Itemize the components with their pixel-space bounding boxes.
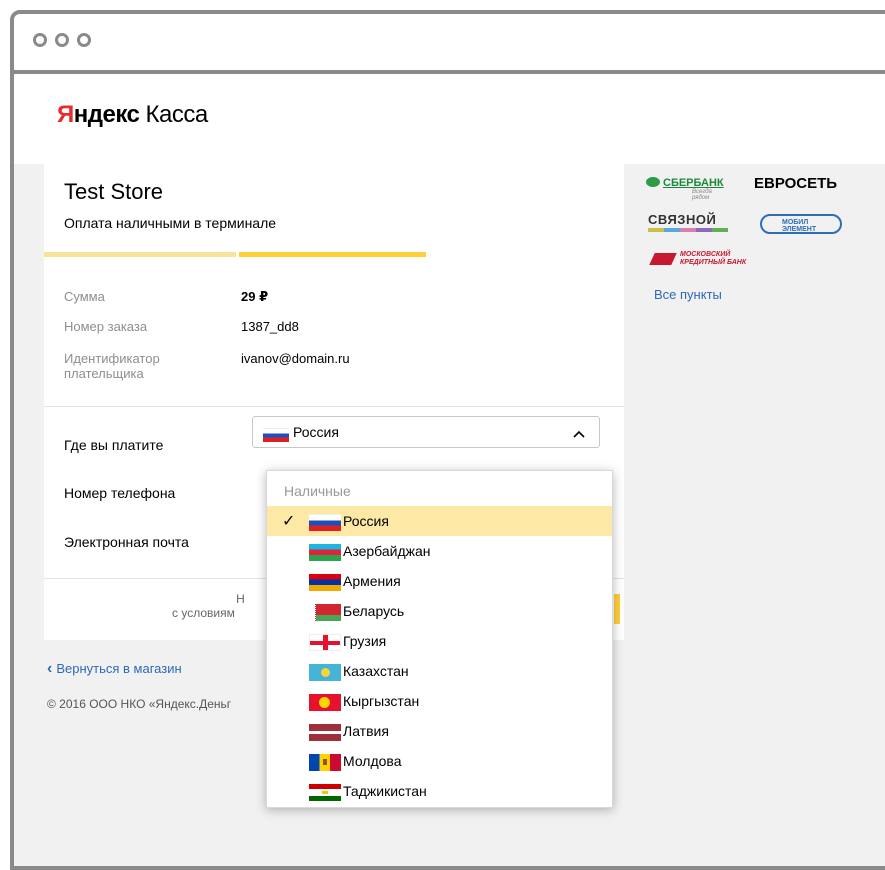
logo-letter: Я — [57, 101, 74, 128]
dropdown-group-label: Наличные — [284, 483, 351, 499]
country-name: Россия — [343, 513, 389, 529]
country-name: Казахстан — [343, 663, 409, 679]
terms-fragment: Н — [236, 592, 245, 606]
email-label: Электронная почта — [64, 534, 189, 550]
lv-flag-icon — [309, 724, 341, 741]
country-name: Азербайджан — [343, 543, 431, 559]
selected-country: Россия — [293, 424, 339, 440]
country-name: Молдова — [343, 753, 402, 769]
country-select[interactable]: Россия — [252, 416, 600, 448]
amount-value: 29 ₽ — [241, 289, 269, 304]
progress-step-1 — [44, 252, 236, 257]
tj-flag-icon — [309, 784, 341, 801]
terms-fragment: с условиям — [172, 606, 235, 620]
window-titlebar — [14, 14, 885, 74]
where-label: Где вы платите — [64, 437, 164, 453]
check-icon: ✓ — [282, 513, 296, 530]
md-flag-icon — [309, 754, 341, 771]
sberbank-logo: СБЕРБАНК Всегда рядом — [646, 177, 724, 201]
detail-label: Идентификатор плательщика — [64, 351, 160, 381]
step-progress — [44, 252, 624, 257]
dropdown-item-latvia[interactable]: Латвия — [267, 716, 612, 746]
logo-word: ндекс — [73, 101, 140, 128]
mobil-element-logo: МОБИЛ ЭЛЕМЕНТ — [760, 214, 842, 234]
mkb-logo: МОСКОВСКИЙ КРЕДИТНЫЙ БАНК — [649, 251, 746, 267]
divider — [44, 406, 624, 407]
back-link-label: Вернуться в магазин — [56, 661, 182, 676]
country-name: Латвия — [343, 723, 389, 739]
am-flag-icon — [309, 574, 341, 591]
back-to-store-link[interactable]: ‹ Вернуться в магазин — [47, 660, 182, 678]
payer-id-value: ivanov@domain.ru — [241, 351, 350, 366]
window-control-dot[interactable] — [77, 33, 91, 47]
all-points-link[interactable]: Все пункты — [654, 287, 722, 302]
window-control-dot[interactable] — [55, 33, 69, 47]
svyaznoy-logo-bar — [648, 228, 728, 232]
order-number-value: 1387_dd8 — [241, 319, 299, 334]
country-name: Армения — [343, 573, 401, 589]
store-title: Test Store — [64, 179, 164, 204]
window-control-dot[interactable] — [33, 33, 47, 47]
dropdown-item-armenia[interactable]: Армения — [267, 566, 612, 596]
by-flag-icon — [309, 604, 341, 621]
dropdown-item-azerbaijan[interactable]: Азербайджан — [267, 536, 612, 566]
detail-label: Номер заказа — [64, 319, 148, 334]
kg-flag-icon — [309, 694, 341, 711]
country-name: Кыргызстан — [343, 693, 420, 709]
pay-button-edge[interactable] — [614, 594, 620, 624]
dropdown-item-russia[interactable]: ✓ Россия — [267, 506, 612, 536]
partner-logos: СБЕРБАНК Всегда рядом ЕВРОСЕТЬ СВЯЗНОЙ МО… — [640, 165, 850, 315]
svyaznoy-logo: СВЯЗНОЙ — [648, 212, 717, 227]
copyright: © 2016 ООО НКО «Яндекс.Деньг — [47, 697, 232, 711]
terms-text: Н с условиям — [172, 592, 245, 620]
phone-label: Номер телефона — [64, 485, 176, 501]
dropdown-item-kyrgyzstan[interactable]: Кыргызстан — [267, 686, 612, 716]
dropdown-item-moldova[interactable]: Молдова — [267, 746, 612, 776]
ru-flag-icon — [309, 514, 341, 531]
country-name: Грузия — [343, 633, 387, 649]
dropdown-item-georgia[interactable]: Грузия — [267, 626, 612, 656]
ru-flag-icon — [263, 428, 289, 442]
chevron-up-icon — [573, 427, 585, 441]
dropdown-item-belarus[interactable]: Беларусь — [267, 596, 612, 626]
az-flag-icon — [309, 544, 341, 561]
page-header: Яндекс Касса — [14, 74, 885, 164]
country-dropdown: Наличные ✓ Россия Азербайджан Армения Бе… — [266, 470, 613, 808]
yandex-kassa-logo[interactable]: Яндекс Касса — [57, 101, 208, 129]
chevron-left-icon: ‹ — [47, 660, 53, 677]
payment-method-subtitle: Оплата наличными в терминале — [64, 215, 277, 231]
dropdown-item-kazakhstan[interactable]: Казахстан — [267, 656, 612, 686]
ge-flag-icon — [309, 634, 341, 651]
detail-label: Сумма — [64, 289, 105, 304]
country-name: Беларусь — [343, 603, 405, 619]
dropdown-item-tajikistan[interactable]: Таджикистан — [267, 776, 612, 806]
kz-flag-icon — [309, 664, 341, 681]
country-name: Таджикистан — [343, 783, 427, 799]
progress-step-2 — [239, 252, 426, 257]
logo-product: Касса — [139, 101, 209, 128]
evroset-logo: ЕВРОСЕТЬ — [754, 175, 838, 192]
